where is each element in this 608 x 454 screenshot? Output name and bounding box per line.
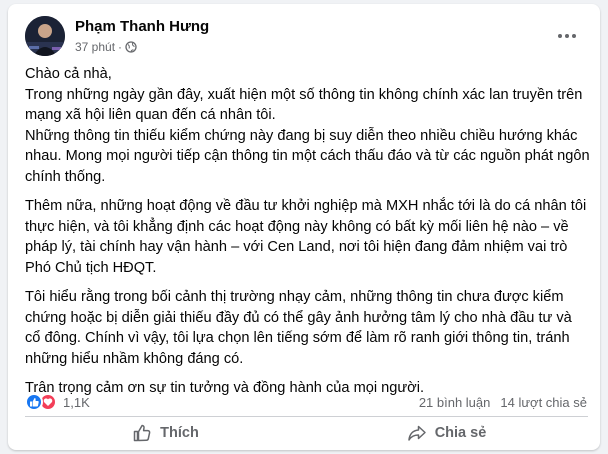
share-button[interactable]: Chia sẻ: [306, 418, 587, 448]
action-divider: [25, 416, 588, 417]
share-arrow-icon: [407, 425, 426, 441]
engagement-counts: 21 bình luận 14 lượt chia sẻ: [419, 395, 587, 410]
more-dot: [565, 34, 569, 38]
post-card: Phạm Thanh Hưng 37 phút · Chào cả nhà, T…: [8, 4, 600, 450]
post-meta: 37 phút ·: [75, 40, 137, 54]
comment-count[interactable]: 21 bình luận: [419, 395, 491, 410]
share-label: Chia sẻ: [434, 425, 487, 441]
thumbs-up-icon: [133, 424, 151, 442]
globe-icon[interactable]: [125, 41, 137, 53]
post-actions: Thích Chia sẻ: [25, 418, 587, 448]
author-name[interactable]: Phạm Thanh Hưng: [75, 18, 209, 35]
share-count[interactable]: 14 lượt chia sẻ: [500, 395, 587, 410]
post-time[interactable]: 37 phút: [75, 40, 115, 54]
post-paragraph: Chào cả nhà, Trong những ngày gần đây, x…: [25, 66, 590, 185]
like-reaction-icon: [25, 393, 43, 411]
meta-separator: ·: [118, 40, 123, 54]
reaction-count: 1,1K: [63, 394, 90, 410]
post-header: Phạm Thanh Hưng 37 phút ·: [25, 14, 585, 62]
more-options-icon[interactable]: [553, 26, 581, 46]
avatar[interactable]: [25, 16, 65, 56]
post-stats: 1,1K 21 bình luận 14 lượt chia sẻ: [25, 392, 587, 414]
more-dot: [572, 34, 576, 38]
post-body: Chào cả nhà, Trong những ngày gần đây, x…: [25, 64, 591, 399]
like-button[interactable]: Thích: [25, 418, 306, 448]
more-dot: [558, 34, 562, 38]
post-paragraph: Thêm nữa, những hoạt động về đầu tư khởi…: [25, 198, 587, 276]
reactions-summary[interactable]: 1,1K: [25, 393, 90, 411]
like-label: Thích: [160, 425, 199, 441]
avatar-image: [25, 16, 65, 56]
post-paragraph: Tôi hiểu rằng trong bối cảnh thị trường …: [25, 289, 572, 367]
